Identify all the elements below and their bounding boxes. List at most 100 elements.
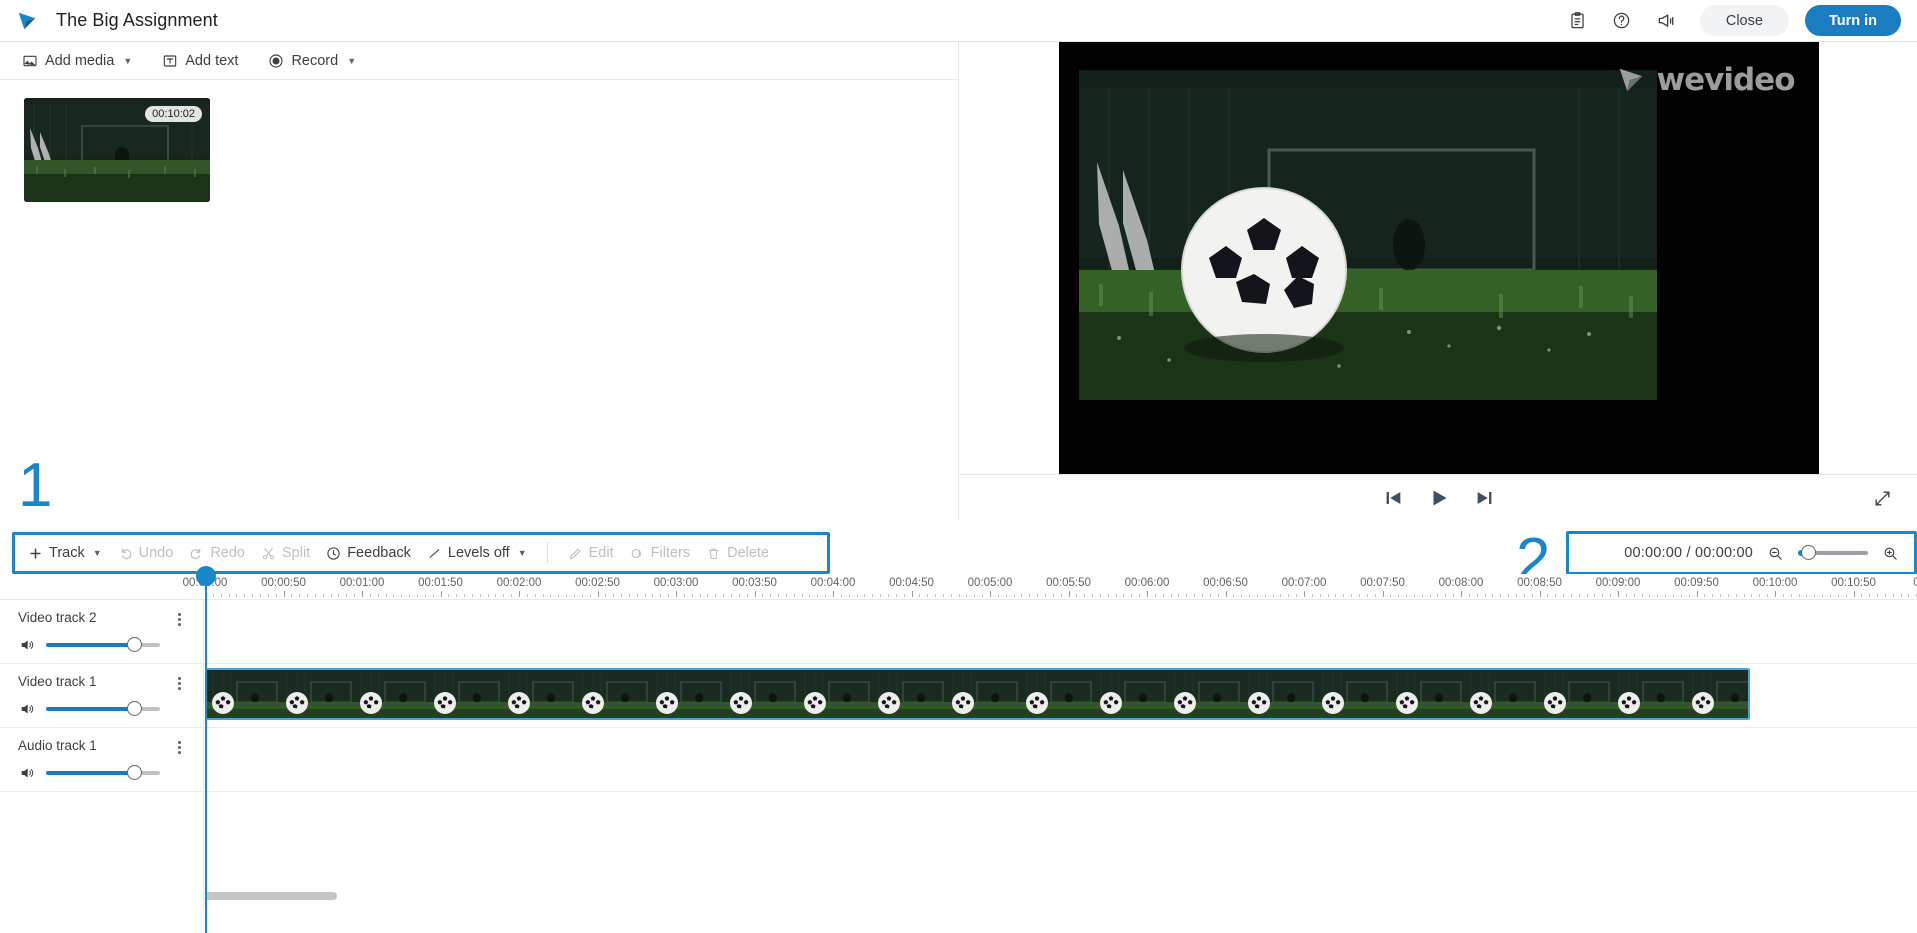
ruler-tick-minor [645, 594, 646, 597]
ruler-tick-minor [315, 594, 316, 597]
lane-video-track-2[interactable] [205, 600, 1917, 664]
ruler-tick-minor [723, 594, 724, 597]
close-button[interactable]: Close [1700, 5, 1789, 36]
video-preview-stage[interactable]: wevideo [1059, 42, 1819, 474]
feedback-button[interactable]: Feedback [318, 541, 419, 565]
timeline-ruler[interactable]: 00:00:0000:00:5000:01:0000:01:5000:02:00… [0, 574, 1917, 600]
volume-handle[interactable] [127, 765, 142, 780]
lane-video-track-1[interactable] [205, 664, 1917, 728]
clip-thumbnail-cell [429, 670, 503, 718]
track-volume-slider[interactable] [46, 702, 160, 716]
volume-handle[interactable] [127, 637, 142, 652]
ruler-tick-minor [1563, 594, 1564, 597]
lane-audio-track-1[interactable] [205, 728, 1917, 792]
add-track-button[interactable]: Track ▼ [20, 541, 110, 565]
levels-button[interactable]: Levels off ▼ [419, 541, 535, 565]
ruler-tick-major [1540, 591, 1541, 597]
media-item[interactable]: 00:10:02 [24, 98, 210, 202]
track-menu-icon[interactable] [171, 738, 187, 756]
ruler-tick-minor [849, 594, 850, 597]
ruler-tick-minor [1265, 594, 1266, 597]
speaker-icon[interactable] [18, 765, 36, 781]
volume-handle[interactable] [127, 701, 142, 716]
turn-in-button[interactable]: Turn in [1805, 5, 1901, 36]
ruler-tick-minor [299, 594, 300, 597]
toolbar-divider [547, 543, 548, 563]
ruler-tick-label: 00:04:50 [889, 577, 934, 589]
ruler-tick-minor [864, 594, 865, 597]
speaker-icon[interactable] [18, 637, 36, 653]
record-circle-icon [268, 53, 284, 69]
scrollbar-thumb[interactable] [205, 892, 337, 900]
track-volume-slider[interactable] [46, 766, 160, 780]
help-circle-icon[interactable] [1602, 4, 1642, 38]
ruler-tick-minor [1524, 594, 1525, 597]
track-menu-icon[interactable] [171, 674, 187, 692]
playhead[interactable] [205, 574, 207, 933]
clip-thumbnail-cell [799, 670, 873, 718]
media-library-panel: Add media ▼ Add text [0, 42, 959, 521]
ruler-tick-major [1226, 591, 1227, 597]
ruler-tick-minor [1202, 594, 1203, 597]
megaphone-icon[interactable] [1646, 4, 1686, 38]
ruler-tick-minor [1218, 594, 1219, 597]
speaker-icon[interactable] [18, 701, 36, 717]
playhead-handle[interactable] [196, 566, 216, 586]
redo-button[interactable]: Redo [181, 541, 253, 565]
ruler-tick-minor [927, 594, 928, 597]
ruler-tick-minor [425, 594, 426, 597]
levels-label: Levels off [448, 545, 510, 561]
track-volume-slider[interactable] [46, 638, 160, 652]
ruler-tick-minor [268, 594, 269, 597]
wevideo-logo-icon[interactable] [16, 10, 38, 32]
ruler-tick-minor [1469, 594, 1470, 597]
trash-icon [706, 546, 721, 561]
ruler-tick-label: 00:01:00 [340, 577, 385, 589]
ruler-tick-minor [417, 594, 418, 597]
split-label: Split [282, 545, 310, 561]
ruler-tick-minor [1123, 594, 1124, 597]
ruler-tick-label: 00:03:50 [732, 577, 777, 589]
ruler-tick-minor [1351, 594, 1352, 597]
ruler-tick-minor [880, 594, 881, 597]
annotation-label-1: 1 [18, 455, 52, 517]
zoom-slider[interactable] [1798, 546, 1868, 560]
ruler-tick-minor [448, 594, 449, 597]
ruler-tick-minor [951, 594, 952, 597]
delete-button[interactable]: Delete [698, 541, 777, 565]
ruler-tick-minor [982, 594, 983, 597]
split-button[interactable]: Split [253, 541, 318, 565]
skip-to-start-button[interactable] [1370, 481, 1416, 515]
undo-button[interactable]: Undo [110, 541, 182, 565]
ruler-tick-label: 00:06:00 [1125, 577, 1170, 589]
edit-button[interactable]: Edit [560, 541, 622, 565]
zoom-slider-handle[interactable] [1801, 545, 1816, 560]
magnifier-minus-icon[interactable] [1767, 545, 1784, 562]
ruler-tick-label: 00:00:50 [261, 577, 306, 589]
ruler-tick-minor [236, 594, 237, 597]
clipboard-icon[interactable] [1558, 4, 1598, 38]
record-button[interactable]: Record ▼ [266, 50, 358, 72]
add-text-button[interactable]: Add text [160, 50, 240, 72]
ruler-tick-major [1618, 591, 1619, 597]
ruler-tick-minor [707, 594, 708, 597]
ruler-tick-minor [966, 594, 967, 597]
ruler-tick-minor [1893, 594, 1894, 597]
ruler-tick-minor [1084, 594, 1085, 597]
edit-label: Edit [589, 545, 614, 561]
filters-button[interactable]: Filters [622, 541, 698, 565]
skip-to-end-button[interactable] [1462, 481, 1508, 515]
add-media-label: Add media [45, 53, 114, 69]
track-menu-icon[interactable] [171, 610, 187, 628]
add-media-button[interactable]: Add media ▼ [20, 50, 134, 72]
volume-fill [46, 707, 134, 711]
ruler-tick-minor [974, 594, 975, 597]
play-button[interactable] [1416, 481, 1462, 515]
timeline-clip[interactable] [205, 668, 1750, 720]
magnifier-plus-icon[interactable] [1882, 545, 1899, 562]
levels-icon [427, 546, 442, 561]
ruler-tick-major [1383, 591, 1384, 597]
fullscreen-expand-icon[interactable] [1865, 481, 1899, 515]
track-volume-row [18, 765, 203, 781]
timeline-horizontal-scrollbar[interactable] [205, 892, 1905, 900]
